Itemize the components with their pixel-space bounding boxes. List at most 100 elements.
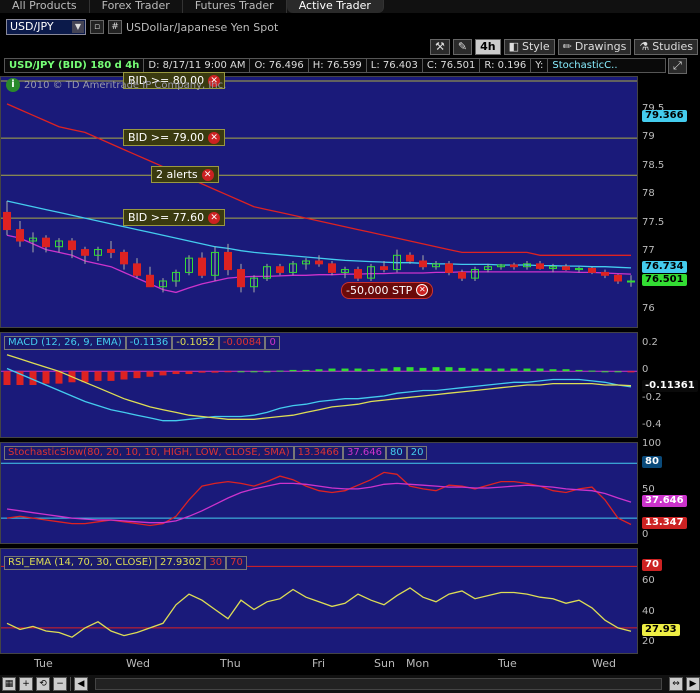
quote-info-bar: USD/JPY (BID) 180 d 4h D: 8/17/11 9:00 A…	[4, 58, 666, 73]
legend-item: 0	[265, 336, 280, 350]
studies-icon: ⚗	[639, 40, 650, 53]
candle-body	[588, 267, 596, 273]
info-icon[interactable]: i	[6, 78, 20, 92]
info-range: R: 0.196	[480, 59, 532, 72]
macd-hist-bar	[419, 367, 427, 372]
macd-hist-bar	[315, 369, 323, 372]
nav-tab-0[interactable]: All Products	[0, 0, 90, 13]
macd-hist-bar	[263, 371, 271, 373]
price-alert[interactable]: BID >= 77.60 ✕	[123, 209, 226, 227]
time-axis: Tue Wed Thu Fri Sun Mon Tue Wed	[0, 655, 700, 673]
nav-tab-1[interactable]: Forex Trader	[90, 0, 183, 13]
close-icon[interactable]: ✕	[208, 211, 221, 224]
candle-body	[419, 260, 427, 268]
alert-label: BID >= 77.60	[128, 211, 205, 225]
legend-item: MACD (12, 26, 9, EMA)	[4, 336, 126, 350]
time-tick: Wed	[592, 657, 616, 670]
symbol-input[interactable]: USD/JPY ▼	[6, 19, 86, 35]
macd-hist-bar	[601, 371, 609, 373]
horizontal-scrollbar[interactable]	[95, 678, 662, 690]
style-button[interactable]: ◧ Style	[503, 39, 555, 55]
drawings-button[interactable]: ✏ Drawings	[557, 39, 632, 55]
stoch-k-line	[6, 471, 632, 527]
expand-icon[interactable]: ⤢	[668, 58, 687, 74]
macd-hist-bar	[185, 371, 193, 375]
info-open: O: 76.496	[250, 59, 309, 72]
close-icon[interactable]: ✕	[201, 168, 214, 181]
order-label: -50,000 STP	[346, 283, 413, 297]
macd-hist-bar	[471, 368, 479, 372]
legend-item: 30	[205, 556, 227, 570]
pencil-icon: ✏	[562, 40, 572, 53]
legend-item: RSI_EMA (14, 70, 30, CLOSE)	[4, 556, 156, 570]
macd-hist-bar	[380, 368, 388, 372]
candle-body	[315, 260, 323, 265]
scroll-left-icon[interactable]: ◀	[74, 677, 88, 691]
axis-tick: 78	[642, 188, 655, 200]
zoom-out-icon[interactable]: −	[53, 677, 67, 691]
stop-order[interactable]: -50,000 STP ✕	[341, 281, 434, 299]
zoom-in-icon[interactable]: +	[19, 677, 33, 691]
candle-body	[601, 271, 609, 276]
macd-hist-bar	[3, 371, 11, 385]
value-tag: 80	[642, 456, 662, 469]
studies-button[interactable]: ⚗ Studies	[634, 39, 698, 55]
axis-tick: 20	[642, 636, 655, 648]
value-tag: 13.347	[642, 517, 687, 530]
candle-body	[458, 271, 466, 279]
legend-item: -0.1136	[125, 336, 173, 350]
axis-tick: 0.2	[642, 336, 658, 348]
candle-body	[406, 254, 414, 262]
candle-body	[237, 269, 245, 288]
candle-body	[120, 251, 128, 265]
macd-hist-bar	[133, 371, 141, 379]
expand-time-icon[interactable]: ⇔	[669, 677, 683, 691]
price-panel[interactable]: BID >= 80.00 ✕ BID >= 79.00 ✕ 2 alerts ✕ BID >…	[0, 72, 638, 328]
macd-hist-bar	[302, 369, 310, 372]
macd-hist-bar	[549, 369, 557, 372]
cancel-order-icon[interactable]: ✕	[416, 284, 429, 297]
value-tag: 37.646	[642, 495, 687, 507]
macd-legend: MACD (12, 26, 9, EMA) -0.1136 -0.1052 -0.00…	[4, 336, 280, 350]
info-study[interactable]: StochasticC..	[548, 59, 621, 72]
product-tabs: All Products Forex Trader Futures Trader Ac…	[0, 0, 700, 13]
timeframe-button[interactable]: 4h	[475, 39, 501, 55]
nav-tab-2[interactable]: Futures Trader	[183, 0, 287, 13]
tools-icon[interactable]: ✎	[452, 39, 473, 55]
scroll-right-icon[interactable]: ▶	[686, 677, 700, 691]
reset-icon[interactable]: ⟲	[36, 677, 50, 691]
legend-item: 20	[406, 446, 428, 460]
macd-hist-bar	[55, 371, 63, 384]
info-low: L: 76.403	[367, 59, 423, 72]
macd-hist-bar	[107, 371, 115, 381]
macd-hist-bar	[523, 368, 531, 372]
price-alert[interactable]: BID >= 79.00 ✕	[123, 129, 226, 147]
macd-hist-bar	[614, 371, 622, 373]
macd-hist-bar	[289, 369, 297, 372]
candle-body	[328, 263, 336, 273]
link-icon[interactable]: ▫	[90, 20, 104, 34]
candle-body	[354, 269, 362, 279]
symbol-bar: USD/JPY ▼ ▫ # USDollar/Japanese Yen Spot	[0, 16, 700, 38]
style-icon: ◧	[508, 40, 519, 53]
axis-tick: -0.4	[642, 419, 662, 431]
value-tag: 70	[642, 559, 662, 572]
macd-hist-bar	[341, 368, 349, 372]
stoch-axis: 100 50 0 80 37.646 13.347	[638, 438, 700, 544]
rsi-axis: 60 40 20 70 27.93	[638, 548, 700, 654]
candle-body	[68, 240, 76, 251]
price-alert[interactable]: 2 alerts ✕	[151, 166, 219, 184]
close-icon[interactable]: ✕	[208, 131, 221, 144]
settings-icon[interactable]: ⚒	[429, 39, 450, 55]
value-tag: 76.734	[642, 260, 687, 273]
chevron-down-icon[interactable]: ▼	[72, 21, 84, 33]
axis-tick: 77.5	[642, 216, 665, 228]
hash-button[interactable]: #	[108, 20, 122, 34]
legend-item: 80	[386, 446, 407, 460]
grid-icon[interactable]: ▦	[2, 677, 16, 691]
candle-body	[133, 263, 141, 276]
info-symbol: USD/JPY (BID) 180 d 4h	[5, 59, 145, 72]
macd-hist-bar	[224, 371, 232, 373]
nav-tab-3[interactable]: Active Trader	[286, 0, 384, 13]
info-close: C: 76.501	[423, 59, 481, 72]
